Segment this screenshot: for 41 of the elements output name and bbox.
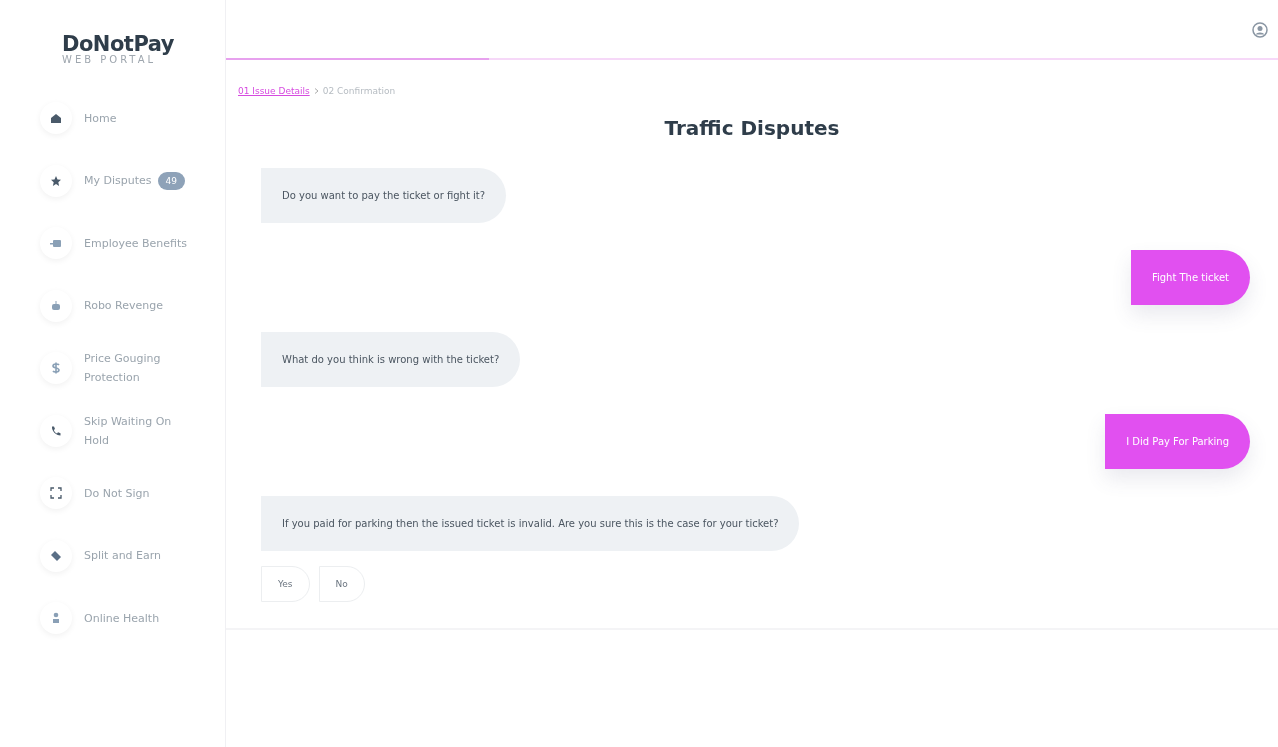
tag-icon <box>50 549 62 562</box>
page-title: Traffic Disputes <box>663 116 841 140</box>
sidebar-item[interactable]: My Disputes 49 <box>40 149 225 212</box>
sidebar-label: Robo Revenge <box>84 298 163 315</box>
breadcrumb-link[interactable]: 01 Issue Details <box>238 86 310 96</box>
phone-icon <box>50 424 62 437</box>
sidebar-label: Price Gouging Protection <box>84 351 162 387</box>
sidebar-item[interactable]: Skip Waiting On Hold <box>40 399 225 462</box>
robot-icon <box>50 299 62 312</box>
sidebar-label: Split and Earn <box>84 548 162 565</box>
sidebar-item[interactable]: Do Not Sign <box>40 462 225 525</box>
answer-button[interactable]: No <box>318 566 365 602</box>
dollar-icon <box>50 362 62 375</box>
user-icon[interactable] <box>1252 22 1268 38</box>
user-message: Fight The ticket <box>1130 250 1250 305</box>
bot-message: Do you want to pay the ticket or fight it? <box>261 168 507 223</box>
home-icon <box>50 112 62 125</box>
sidebar-item[interactable]: Robo Revenge <box>40 274 225 337</box>
breadcrumb-link[interactable]: 02 Confirmation <box>322 86 396 96</box>
sidebar-item[interactable]: Split and Earn <box>40 524 225 587</box>
count-badge: 49 <box>157 171 185 190</box>
answer-button[interactable]: Yes <box>261 566 310 602</box>
sidebar-label: Online Health <box>84 610 160 627</box>
sidebar-label: Employee Benefits <box>84 235 187 252</box>
sidebar-label: Home <box>84 110 117 127</box>
sidebar-label: Skip Waiting On Hold <box>84 413 173 449</box>
user-message: I Did Pay For Parking <box>1105 414 1250 469</box>
sidebar-item[interactable]: Home <box>40 87 225 150</box>
sidebar-label: Do Not Sign <box>84 485 150 502</box>
sidebar-item[interactable]: Online Health <box>40 587 225 650</box>
frame-icon <box>50 487 62 500</box>
sidebar-item[interactable]: Employee Benefits <box>40 212 225 275</box>
bot-message: What do you think is wrong with the ticket? <box>261 332 521 387</box>
sidebar-item[interactable]: Price Gouging Protection <box>40 337 225 400</box>
chevron-icon <box>313 88 319 94</box>
star-icon <box>50 174 62 187</box>
bot-message: If you paid for parking then the issued ticket is invalid. Are you sure this is the case for your ticket? <box>261 496 800 551</box>
brand-logo[interactable]: DoNotPay <box>62 32 225 56</box>
person-icon <box>50 612 62 625</box>
brand-subtitle: WEB PORTAL <box>62 54 157 65</box>
sidebar-label: My Disputes <box>84 173 152 190</box>
